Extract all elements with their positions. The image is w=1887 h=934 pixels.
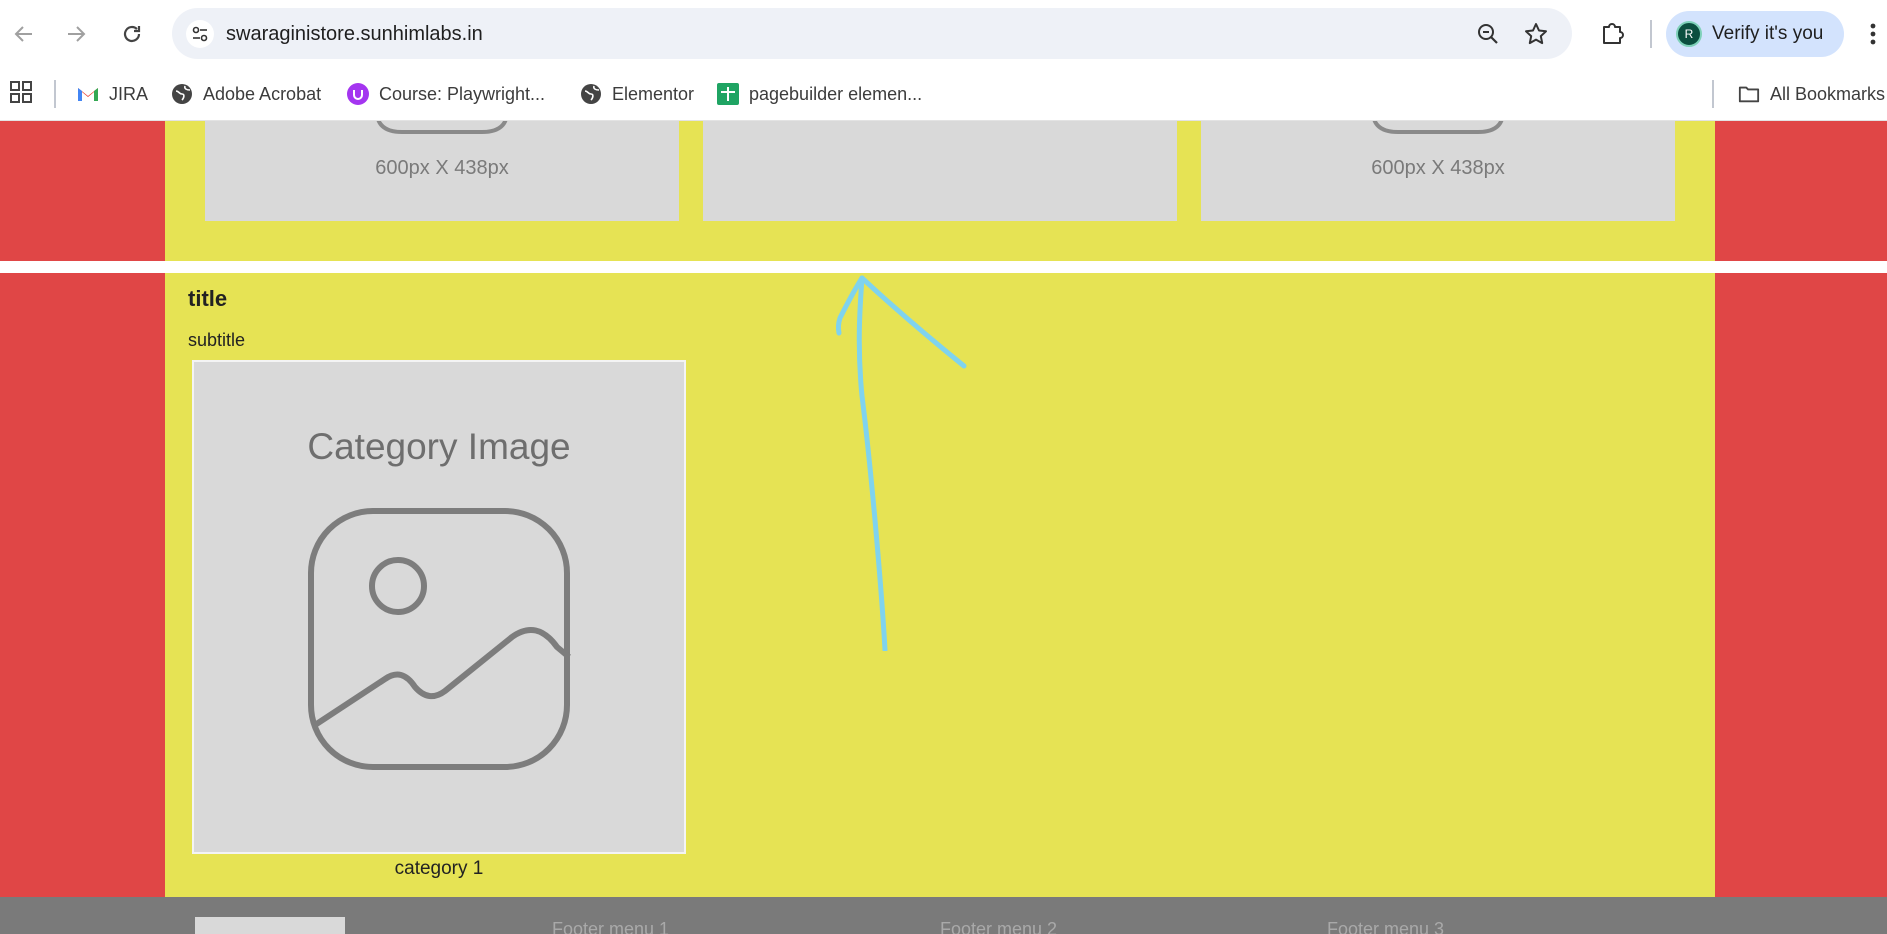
site-footer: Footer menu 1 Footer menu 2 Footer menu … (0, 897, 1887, 934)
bookmark-label: JIRA (109, 83, 149, 104)
browser-toolbar: swaraginistore.sunhimlabs.in R Verify it… (0, 0, 1887, 67)
section-subtitle: subtitle (188, 330, 246, 350)
gmail-icon (77, 83, 99, 105)
image-placeholder-card[interactable] (703, 121, 1177, 221)
reload-button[interactable] (113, 15, 151, 53)
section-title: title (188, 286, 228, 311)
side-panel-left (0, 121, 165, 261)
footer-logo-placeholder (195, 917, 345, 934)
star-icon (1525, 23, 1547, 45)
footer-menu-1[interactable]: Footer menu 1 (552, 919, 669, 934)
side-panel-right (1715, 273, 1887, 897)
bookmark-label: pagebuilder elemen... (749, 83, 923, 104)
reload-icon (123, 25, 141, 43)
site-info-button[interactable] (186, 20, 214, 48)
puzzle-icon (1603, 23, 1624, 44)
apps-button[interactable] (9, 80, 33, 104)
forward-button[interactable] (57, 15, 95, 53)
profile-label: Verify it's you (1712, 23, 1824, 44)
bookmark-label: Adobe Acrobat (203, 83, 322, 104)
category-image-text: Category Image (307, 426, 571, 467)
category-label[interactable]: category 1 (192, 858, 686, 880)
bookmark-label: Course: Playwright... (379, 83, 546, 104)
avatar: R (1676, 21, 1702, 47)
apps-grid-icon (10, 81, 32, 103)
forward-arrow-icon (68, 26, 86, 42)
url-text[interactable]: swaraginistore.sunhimlabs.in (226, 23, 483, 46)
bookmark-label: Elementor (612, 83, 695, 104)
all-bookmarks-button[interactable]: All Bookmarks (1738, 79, 1885, 109)
bookmark-pagebuilder[interactable]: pagebuilder elemen... (717, 79, 922, 109)
bookmark-adobe-acrobat[interactable]: Adobe Acrobat (171, 79, 321, 109)
back-button[interactable] (5, 15, 43, 53)
bookmark-star-button[interactable] (1522, 20, 1550, 48)
image-icon (1372, 121, 1504, 134)
annotation-arrow-icon (835, 275, 967, 651)
more-vert-icon (1870, 23, 1876, 45)
footer-menu-3[interactable]: Footer menu 3 (1327, 919, 1444, 934)
bookmark-jira[interactable]: JIRA (77, 79, 148, 109)
image-icon (308, 508, 571, 770)
back-arrow-icon (14, 26, 32, 42)
bookmarks-bar: JIRA Adobe Acrobat Course: Playwright...… (0, 67, 1887, 121)
side-panel-left (0, 273, 165, 897)
zoom-button[interactable] (1474, 20, 1502, 48)
image-grid-section: 600px X 438px 600px X 438px (165, 121, 1715, 261)
footer-menu-2[interactable]: Footer menu 2 (940, 919, 1057, 934)
sheets-icon (717, 83, 739, 105)
placeholder-caption: 600px X 438px (375, 157, 509, 179)
extensions-button[interactable] (1598, 18, 1628, 48)
image-icon (376, 121, 508, 134)
folder-icon (1738, 83, 1760, 105)
globe-icon (580, 83, 602, 105)
image-placeholder-card[interactable]: 600px X 438px (1201, 121, 1675, 221)
category-card[interactable]: Category Image (192, 360, 686, 854)
image-placeholder-card[interactable]: 600px X 438px (205, 121, 679, 221)
udemy-icon (347, 83, 369, 105)
browser-menu-button[interactable] (1866, 20, 1880, 48)
profile-chip[interactable]: R Verify it's you (1666, 11, 1844, 57)
all-bookmarks-label: All Bookmarks (1770, 83, 1886, 104)
bookmarks-divider (54, 80, 56, 108)
toolbar-divider (1650, 20, 1652, 48)
globe-icon (171, 83, 193, 105)
bookmark-course-playwright[interactable]: Course: Playwright... (347, 79, 545, 109)
bookmarks-divider (1712, 80, 1714, 108)
tune-icon (192, 26, 208, 42)
side-panel-right (1715, 121, 1887, 261)
placeholder-caption: 600px X 438px (1371, 157, 1505, 179)
zoom-out-icon (1478, 24, 1498, 44)
address-bar[interactable]: swaraginistore.sunhimlabs.in (172, 8, 1572, 59)
bookmark-elementor[interactable]: Elementor (580, 79, 694, 109)
page-viewport: 600px X 438px 600px X 438px title subtit… (0, 121, 1887, 934)
